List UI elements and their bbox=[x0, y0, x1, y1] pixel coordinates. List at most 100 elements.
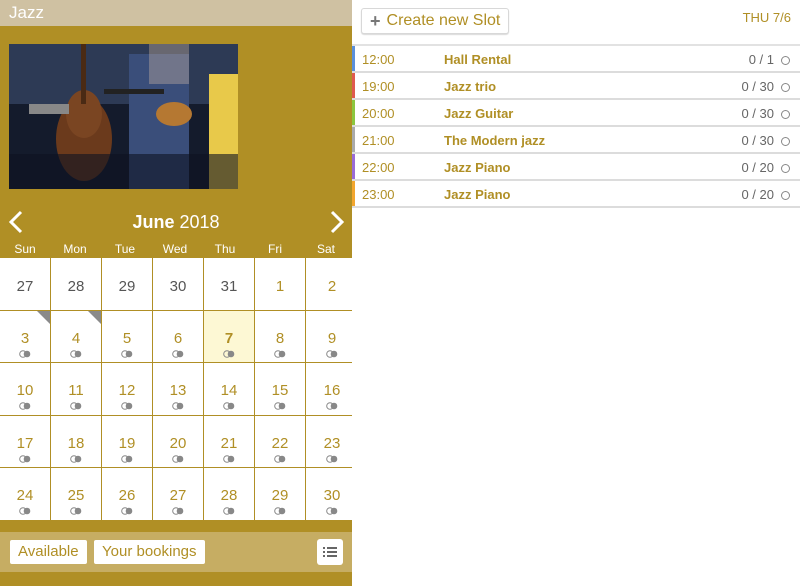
calendar-day[interactable]: 21 bbox=[204, 415, 254, 468]
calendar-day-today[interactable]: 7 bbox=[204, 310, 254, 363]
day-number: 21 bbox=[220, 434, 238, 452]
slot-row[interactable]: 20:00 Jazz Guitar 0 / 30 bbox=[352, 100, 800, 127]
calendar-day[interactable]: 14 bbox=[204, 363, 254, 415]
calendar-day[interactable]: 28 bbox=[204, 468, 254, 520]
calendar-day[interactable]: 11 bbox=[51, 363, 101, 415]
availability-icon bbox=[19, 349, 31, 358]
availability-icon bbox=[70, 349, 82, 358]
calendar-day[interactable]: 10 bbox=[0, 363, 50, 415]
calendar-day[interactable]: 15 bbox=[255, 363, 305, 415]
slot-time: 12:00 bbox=[362, 52, 395, 67]
availability-icon bbox=[223, 349, 235, 358]
calendar-day[interactable]: 17 bbox=[0, 415, 50, 468]
month-title: June 2018 bbox=[0, 212, 352, 233]
calendar-day[interactable]: 29 bbox=[255, 468, 305, 520]
list-view-button[interactable] bbox=[317, 539, 343, 565]
day-number: 19 bbox=[118, 434, 136, 452]
slot-count: 0 / 20 bbox=[741, 187, 774, 202]
slot-name: Jazz Guitar bbox=[444, 106, 514, 121]
availability-icon bbox=[223, 454, 235, 463]
slot-color-bar bbox=[352, 73, 355, 98]
day-number: 23 bbox=[323, 434, 341, 452]
weekday-header: Sun Mon Tue Wed Thu Fri Sat bbox=[0, 242, 352, 258]
weekday-label: Sun bbox=[14, 242, 36, 256]
slot-time: 19:00 bbox=[362, 79, 395, 94]
year: 2018 bbox=[179, 212, 220, 232]
plus-icon: + bbox=[370, 11, 381, 31]
calendar-day[interactable]: 26 bbox=[102, 468, 152, 520]
your-bookings-button[interactable]: Your bookings bbox=[93, 539, 206, 565]
availability-icon bbox=[172, 349, 184, 358]
day-number: 22 bbox=[271, 434, 289, 452]
day-number: 26 bbox=[118, 487, 136, 505]
day-number: 11 bbox=[68, 382, 84, 400]
calendar-footer: Available Your bookings bbox=[0, 532, 352, 572]
calendar-day[interactable]: 22 bbox=[255, 415, 305, 468]
availability-icon bbox=[70, 454, 82, 463]
chevron-right-icon[interactable] bbox=[325, 208, 347, 236]
day-number: 18 bbox=[67, 434, 85, 452]
calendar-day[interactable]: 25 bbox=[51, 468, 101, 520]
availability-icon bbox=[121, 507, 133, 516]
app-title: Jazz bbox=[9, 3, 44, 22]
slot-list: 12:00 Hall Rental 0 / 1 19:00 Jazz trio … bbox=[352, 44, 800, 208]
availability-icon bbox=[19, 454, 31, 463]
calendar-day[interactable]: 30 bbox=[153, 258, 203, 310]
calendar-day[interactable]: 2 bbox=[306, 258, 358, 310]
calendar-day[interactable]: 3 bbox=[0, 310, 50, 363]
event-photo bbox=[9, 44, 238, 189]
availability-icon bbox=[274, 349, 286, 358]
calendar-day[interactable]: 12 bbox=[102, 363, 152, 415]
calendar-day[interactable]: 9 bbox=[306, 310, 358, 363]
available-button[interactable]: Available bbox=[9, 539, 88, 565]
slot-row[interactable]: 19:00 Jazz trio 0 / 30 bbox=[352, 73, 800, 100]
calendar-day[interactable]: 27 bbox=[0, 258, 50, 310]
slot-row[interactable]: 12:00 Hall Rental 0 / 1 bbox=[352, 46, 800, 73]
day-number: 29 bbox=[271, 487, 289, 505]
calendar-day[interactable]: 29 bbox=[102, 258, 152, 310]
title-bar: Jazz bbox=[0, 0, 352, 26]
slot-row[interactable]: 21:00 The Modern jazz 0 / 30 bbox=[352, 127, 800, 154]
calendar-day[interactable]: 8 bbox=[255, 310, 305, 363]
day-number: 20 bbox=[169, 434, 187, 452]
calendar-day[interactable]: 20 bbox=[153, 415, 203, 468]
slot-row[interactable]: 22:00 Jazz Piano 0 / 20 bbox=[352, 154, 800, 181]
status-circle-icon bbox=[781, 137, 790, 146]
calendar-day[interactable]: 5 bbox=[102, 310, 152, 363]
calendar-day[interactable]: 27 bbox=[153, 468, 203, 520]
day-number: 2 bbox=[327, 278, 337, 295]
slot-color-bar bbox=[352, 100, 355, 125]
month-name: June bbox=[132, 212, 175, 232]
calendar-day[interactable]: 13 bbox=[153, 363, 203, 415]
slot-count: 0 / 20 bbox=[741, 160, 774, 175]
calendar-day[interactable]: 31 bbox=[204, 258, 254, 310]
calendar-day[interactable]: 30 bbox=[306, 468, 358, 520]
day-number: 5 bbox=[122, 329, 132, 347]
jazz-band-image bbox=[9, 44, 238, 189]
calendar-day[interactable]: 23 bbox=[306, 415, 358, 468]
day-number: 31 bbox=[220, 278, 238, 295]
calendar-day[interactable]: 16 bbox=[306, 363, 358, 415]
calendar-day[interactable]: 6 bbox=[153, 310, 203, 363]
slot-time: 20:00 bbox=[362, 106, 395, 121]
day-number: 13 bbox=[169, 382, 187, 400]
availability-icon bbox=[326, 402, 338, 410]
month-navigation: June 2018 bbox=[0, 204, 352, 240]
create-slot-button[interactable]: + Create new Slot bbox=[361, 8, 510, 34]
availability-icon bbox=[274, 402, 286, 410]
calendar-day[interactable]: 4 bbox=[51, 310, 101, 363]
availability-icon bbox=[19, 402, 31, 410]
calendar-day[interactable]: 19 bbox=[102, 415, 152, 468]
calendar-day[interactable]: 18 bbox=[51, 415, 101, 468]
slot-count: 0 / 1 bbox=[748, 52, 774, 67]
availability-icon bbox=[121, 454, 133, 463]
calendar-day[interactable]: 24 bbox=[0, 468, 50, 520]
day-number: 17 bbox=[16, 434, 34, 452]
status-circle-icon bbox=[781, 56, 790, 65]
day-number: 30 bbox=[323, 487, 341, 505]
calendar-day[interactable]: 1 bbox=[255, 258, 305, 310]
selected-date: THU 7/6 bbox=[742, 10, 791, 25]
calendar-day[interactable]: 28 bbox=[51, 258, 101, 310]
slot-row[interactable]: 23:00 Jazz Piano 0 / 20 bbox=[352, 181, 800, 208]
availability-icon bbox=[172, 507, 184, 516]
